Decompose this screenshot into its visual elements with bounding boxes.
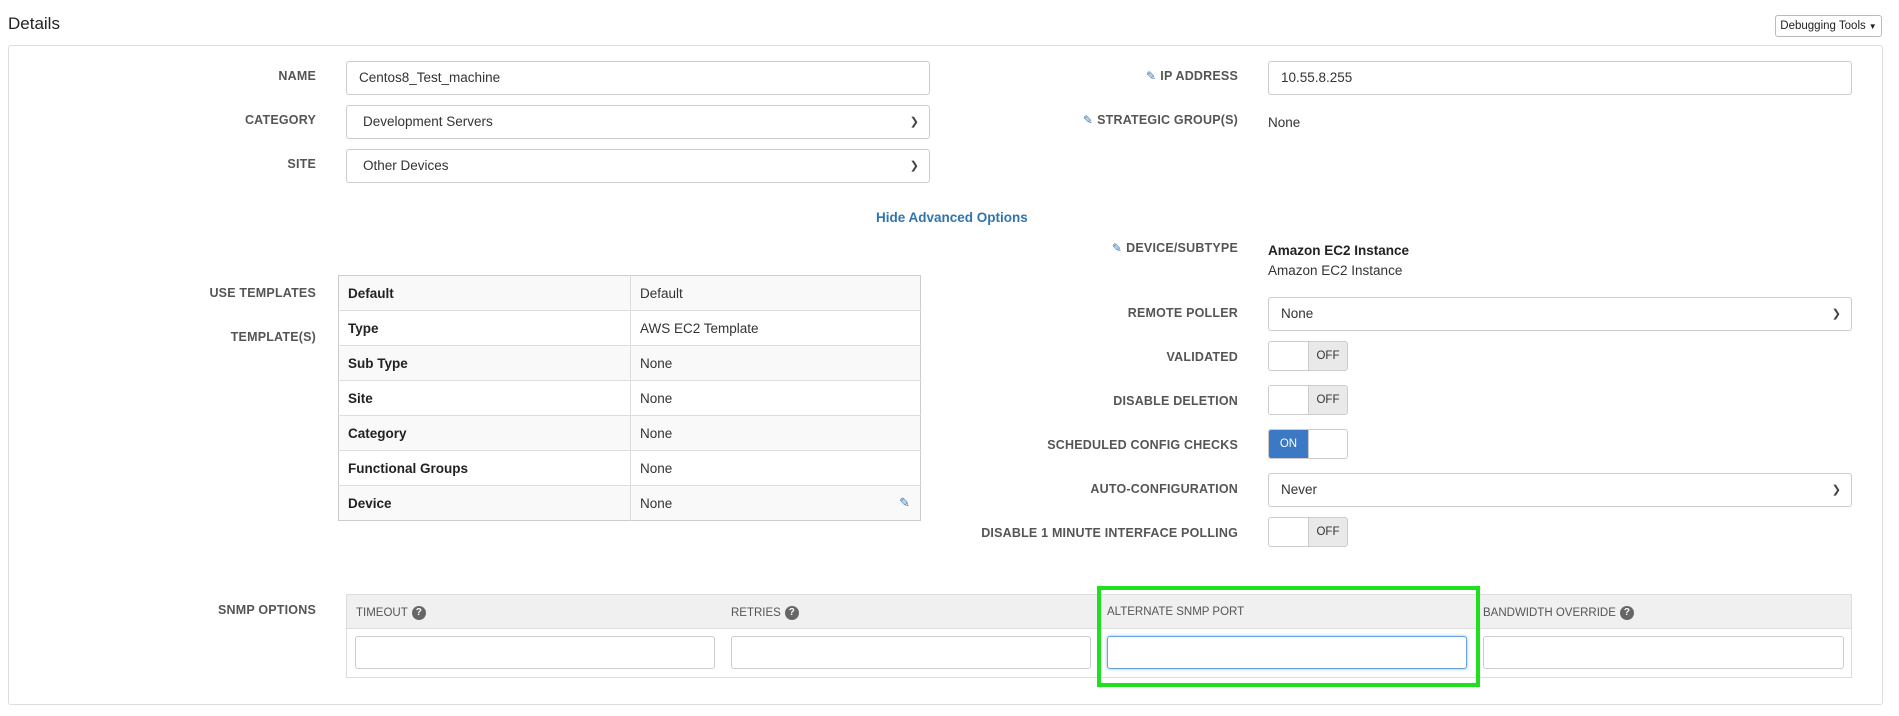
edit-icon[interactable]: ✎ — [899, 495, 910, 511]
highlight-box — [1097, 586, 1480, 687]
table-row: Functional Groups None — [338, 450, 921, 486]
template-key: Device — [338, 485, 631, 521]
retries-label: RETRIES? — [731, 606, 799, 620]
remote-poller-value: None — [1281, 306, 1314, 321]
bandwidth-override-label-text: BANDWIDTH OVERRIDE — [1483, 607, 1616, 619]
category-select[interactable]: Development Servers ❯ — [346, 105, 930, 139]
table-row: Category None — [338, 415, 921, 451]
toggle-blank — [1269, 386, 1308, 414]
device-subtype-label-text: DEVICE/SUBTYPE — [1126, 241, 1238, 255]
template-key: Sub Type — [338, 345, 631, 381]
table-row: Default Default — [338, 275, 921, 311]
templates-label: TEMPLATE(S) — [230, 330, 316, 344]
name-label: NAME — [278, 69, 316, 83]
auto-configuration-value: Never — [1281, 482, 1318, 497]
site-select[interactable]: Other Devices ❯ — [346, 149, 930, 183]
hide-advanced-options-link[interactable]: Hide Advanced Options — [876, 210, 1028, 225]
bandwidth-override-input[interactable] — [1483, 636, 1844, 669]
disable-deletion-label: DISABLE DELETION — [1113, 394, 1238, 408]
timeout-input[interactable] — [355, 636, 715, 669]
help-icon[interactable]: ? — [784, 606, 799, 620]
template-key: Site — [338, 380, 631, 416]
name-input[interactable]: Centos8_Test_machine — [346, 61, 930, 95]
auto-configuration-select[interactable]: Never ❯ — [1268, 473, 1852, 507]
template-value: AWS EC2 Template — [630, 310, 921, 346]
auto-configuration-label: AUTO-CONFIGURATION — [1090, 482, 1238, 496]
table-row: Device None ✎ — [338, 485, 921, 521]
remote-poller-select[interactable]: None ❯ — [1268, 297, 1852, 331]
ip-address-label-text: IP ADDRESS — [1160, 69, 1238, 83]
page-title: Details — [8, 14, 60, 33]
disable-deletion-toggle[interactable]: OFF — [1268, 385, 1348, 415]
strategic-groups-value: None — [1268, 115, 1301, 130]
retries-label-text: RETRIES — [731, 607, 781, 619]
device-subtype-value: Amazon EC2 Instance — [1268, 263, 1403, 278]
template-value: None — [640, 495, 673, 511]
site-label: SITE — [287, 157, 316, 171]
bandwidth-override-label: BANDWIDTH OVERRIDE? — [1483, 606, 1634, 620]
toggle-blank — [1307, 430, 1347, 458]
chevron-down-icon: ❯ — [909, 160, 919, 172]
help-icon[interactable]: ? — [411, 606, 426, 620]
debugging-tools-button[interactable]: Debugging Tools ▼ — [1775, 15, 1882, 37]
remote-poller-label: REMOTE POLLER — [1127, 306, 1238, 320]
template-value-cell: None ✎ — [630, 485, 921, 521]
templates-table: Default Default Type AWS EC2 Template Sub … — [338, 275, 921, 521]
edit-icon[interactable]: ✎ — [1083, 113, 1093, 127]
toggle-blank — [1269, 342, 1308, 370]
site-value: Other Devices — [363, 158, 449, 173]
timeout-label: TIMEOUT? — [356, 606, 426, 620]
strategic-groups-label-text: STRATEGIC GROUP(S) — [1097, 113, 1238, 127]
template-key: Type — [338, 310, 631, 346]
device-type-value: Amazon EC2 Instance — [1268, 243, 1410, 258]
table-row: Sub Type None — [338, 345, 921, 381]
strategic-groups-label: ✎ STRATEGIC GROUP(S) — [1060, 113, 1238, 127]
table-row: Type AWS EC2 Template — [338, 310, 921, 346]
toggle-off-text: OFF — [1307, 386, 1347, 414]
retries-input[interactable] — [731, 636, 1091, 669]
template-value: None — [630, 415, 921, 451]
toggle-on-text: ON — [1269, 430, 1308, 458]
template-key: Category — [338, 415, 631, 451]
caret-down-icon: ▼ — [1868, 21, 1877, 31]
scheduled-config-checks-toggle[interactable]: ON — [1268, 429, 1348, 459]
template-value: None — [630, 345, 921, 381]
ip-address-input[interactable]: 10.55.8.255 — [1268, 61, 1852, 95]
template-key: Functional Groups — [338, 450, 631, 486]
disable-interface-polling-label: DISABLE 1 MINUTE INTERFACE POLLING — [981, 526, 1238, 540]
chevron-down-icon: ❯ — [1831, 308, 1841, 320]
template-value: None — [630, 450, 921, 486]
category-value: Development Servers — [363, 114, 493, 129]
category-label: CATEGORY — [244, 113, 316, 127]
ip-address-label: ✎ IP ADDRESS — [1060, 69, 1238, 83]
chevron-down-icon: ❯ — [1831, 484, 1841, 496]
scheduled-config-checks-label: SCHEDULED CONFIG CHECKS — [1047, 438, 1238, 452]
toggle-off-text: OFF — [1307, 518, 1347, 546]
edit-icon[interactable]: ✎ — [1146, 69, 1156, 83]
edit-icon[interactable]: ✎ — [1112, 241, 1122, 255]
template-value: Default — [630, 275, 921, 311]
toggle-off-text: OFF — [1307, 342, 1347, 370]
use-templates-label: USE TEMPLATES — [209, 286, 316, 300]
snmp-options-label: SNMP OPTIONS — [217, 603, 316, 617]
template-value: None — [630, 380, 921, 416]
template-key: Default — [338, 275, 631, 311]
device-subtype-label: ✎ DEVICE/SUBTYPE — [1060, 241, 1238, 255]
chevron-down-icon: ❯ — [909, 116, 919, 128]
toggle-blank — [1269, 518, 1308, 546]
table-row: Site None — [338, 380, 921, 416]
debugging-tools-label: Debugging Tools — [1780, 20, 1866, 32]
validated-label: VALIDATED — [1166, 350, 1238, 364]
validated-toggle[interactable]: OFF — [1268, 341, 1348, 371]
help-icon[interactable]: ? — [1619, 606, 1634, 620]
disable-interface-polling-toggle[interactable]: OFF — [1268, 517, 1348, 547]
timeout-label-text: TIMEOUT — [356, 607, 408, 619]
